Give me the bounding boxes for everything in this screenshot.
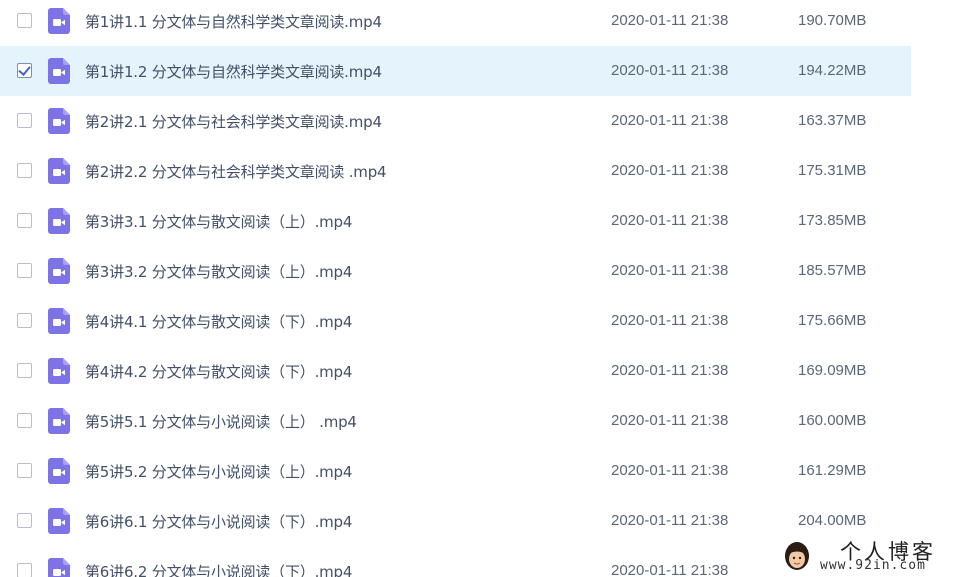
row-checkbox[interactable]: [17, 13, 32, 28]
file-name[interactable]: 第5讲5.2 分文体与小说阅读（上）.mp4: [85, 461, 352, 482]
file-row[interactable]: 第3讲3.1 分文体与散文阅读（上）.mp4 2020-01-11 21:38 …: [0, 196, 911, 246]
file-row[interactable]: 第2讲2.2 分文体与社会科学类文章阅读 .mp4 2020-01-11 21:…: [0, 146, 911, 196]
video-file-icon: [48, 308, 70, 334]
file-row[interactable]: 第5讲5.2 分文体与小说阅读（上）.mp4 2020-01-11 21:38 …: [0, 446, 911, 496]
video-file-icon: [48, 58, 70, 84]
file-modified-date: 2020-01-11 21:38: [611, 112, 729, 129]
file-name[interactable]: 第3讲3.2 分文体与散文阅读（上）.mp4: [85, 261, 352, 282]
row-checkbox[interactable]: [17, 463, 32, 478]
file-list: 第1讲1.1 分文体与自然科学类文章阅读.mp4 2020-01-11 21:3…: [0, 0, 972, 577]
file-name[interactable]: 第1讲1.2 分文体与自然科学类文章阅读.mp4: [85, 61, 382, 82]
file-name[interactable]: 第4讲4.2 分文体与散文阅读（下）.mp4: [85, 361, 352, 382]
file-modified-date: 2020-01-11 21:38: [611, 362, 729, 379]
file-size: 190.70MB: [798, 12, 867, 29]
file-row[interactable]: 第4讲4.1 分文体与散文阅读（下）.mp4 2020-01-11 21:38 …: [0, 296, 911, 346]
row-checkbox[interactable]: [17, 213, 32, 228]
file-name[interactable]: 第2讲2.1 分文体与社会科学类文章阅读.mp4: [85, 111, 382, 132]
file-modified-date: 2020-01-11 21:38: [611, 562, 729, 577]
file-modified-date: 2020-01-11 21:38: [611, 312, 729, 329]
checkmark-icon: [18, 63, 31, 76]
file-modified-date: 2020-01-11 21:38: [611, 62, 729, 79]
row-checkbox[interactable]: [17, 163, 32, 178]
video-file-icon: [48, 8, 70, 34]
video-file-icon: [48, 508, 70, 534]
file-size: 175.31MB: [798, 162, 867, 179]
file-row[interactable]: 第3讲3.2 分文体与散文阅读（上）.mp4 2020-01-11 21:38 …: [0, 246, 911, 296]
file-modified-date: 2020-01-11 21:38: [611, 162, 729, 179]
row-checkbox[interactable]: [17, 513, 32, 528]
file-size: 173.85MB: [798, 212, 867, 229]
file-name[interactable]: 第3讲3.1 分文体与散文阅读（上）.mp4: [85, 211, 352, 232]
video-file-icon: [48, 158, 70, 184]
file-size: 160.00MB: [798, 412, 867, 429]
file-modified-date: 2020-01-11 21:38: [611, 12, 729, 29]
video-file-icon: [48, 458, 70, 484]
video-file-icon: [48, 558, 70, 577]
file-modified-date: 2020-01-11 21:38: [611, 412, 729, 429]
file-modified-date: 2020-01-11 21:38: [611, 212, 729, 229]
video-file-icon: [48, 408, 70, 434]
watermark-url: www.92in.com: [820, 558, 926, 573]
file-name[interactable]: 第4讲4.1 分文体与散文阅读（下）.mp4: [85, 311, 352, 332]
row-checkbox[interactable]: [17, 63, 32, 78]
file-modified-date: 2020-01-11 21:38: [611, 512, 729, 529]
row-checkbox[interactable]: [17, 313, 32, 328]
file-row[interactable]: 第6讲6.2 分文体与小说阅读（下）.mp4 2020-01-11 21:38: [0, 546, 911, 577]
file-name[interactable]: 第1讲1.1 分文体与自然科学类文章阅读.mp4: [85, 11, 382, 32]
row-checkbox[interactable]: [17, 263, 32, 278]
file-row[interactable]: 第1讲1.1 分文体与自然科学类文章阅读.mp4 2020-01-11 21:3…: [0, 0, 911, 46]
file-size: 163.37MB: [798, 112, 867, 129]
watermark: 个人博客 www.92in.com: [778, 536, 972, 577]
file-row[interactable]: 第4讲4.2 分文体与散文阅读（下）.mp4 2020-01-11 21:38 …: [0, 346, 911, 396]
file-row[interactable]: 第5讲5.1 分文体与小说阅读（上） .mp4 2020-01-11 21:38…: [0, 396, 911, 446]
file-name[interactable]: 第2讲2.2 分文体与社会科学类文章阅读 .mp4: [85, 161, 387, 182]
file-size: 194.22MB: [798, 62, 867, 79]
file-modified-date: 2020-01-11 21:38: [611, 262, 729, 279]
video-file-icon: [48, 358, 70, 384]
row-checkbox[interactable]: [17, 113, 32, 128]
file-name[interactable]: 第6讲6.2 分文体与小说阅读（下）.mp4: [85, 561, 352, 577]
file-modified-date: 2020-01-11 21:38: [611, 462, 729, 479]
file-row[interactable]: 第2讲2.1 分文体与社会科学类文章阅读.mp4 2020-01-11 21:3…: [0, 96, 911, 146]
file-size: 161.29MB: [798, 462, 867, 479]
file-size: 169.09MB: [798, 362, 867, 379]
video-file-icon: [48, 108, 70, 134]
row-checkbox[interactable]: [17, 363, 32, 378]
file-row[interactable]: 第1讲1.2 分文体与自然科学类文章阅读.mp4 2020-01-11 21:3…: [0, 46, 911, 96]
file-name[interactable]: 第5讲5.1 分文体与小说阅读（上） .mp4: [85, 411, 357, 432]
file-name[interactable]: 第6讲6.1 分文体与小说阅读（下）.mp4: [85, 511, 352, 532]
file-size: 185.57MB: [798, 262, 867, 279]
row-checkbox[interactable]: [17, 563, 32, 577]
avatar-icon: [785, 542, 809, 570]
file-row[interactable]: 第6讲6.1 分文体与小说阅读（下）.mp4 2020-01-11 21:38 …: [0, 496, 911, 546]
video-file-icon: [48, 258, 70, 284]
row-checkbox[interactable]: [17, 413, 32, 428]
file-size: 175.66MB: [798, 312, 867, 329]
video-file-icon: [48, 208, 70, 234]
file-size: 204.00MB: [798, 512, 867, 529]
